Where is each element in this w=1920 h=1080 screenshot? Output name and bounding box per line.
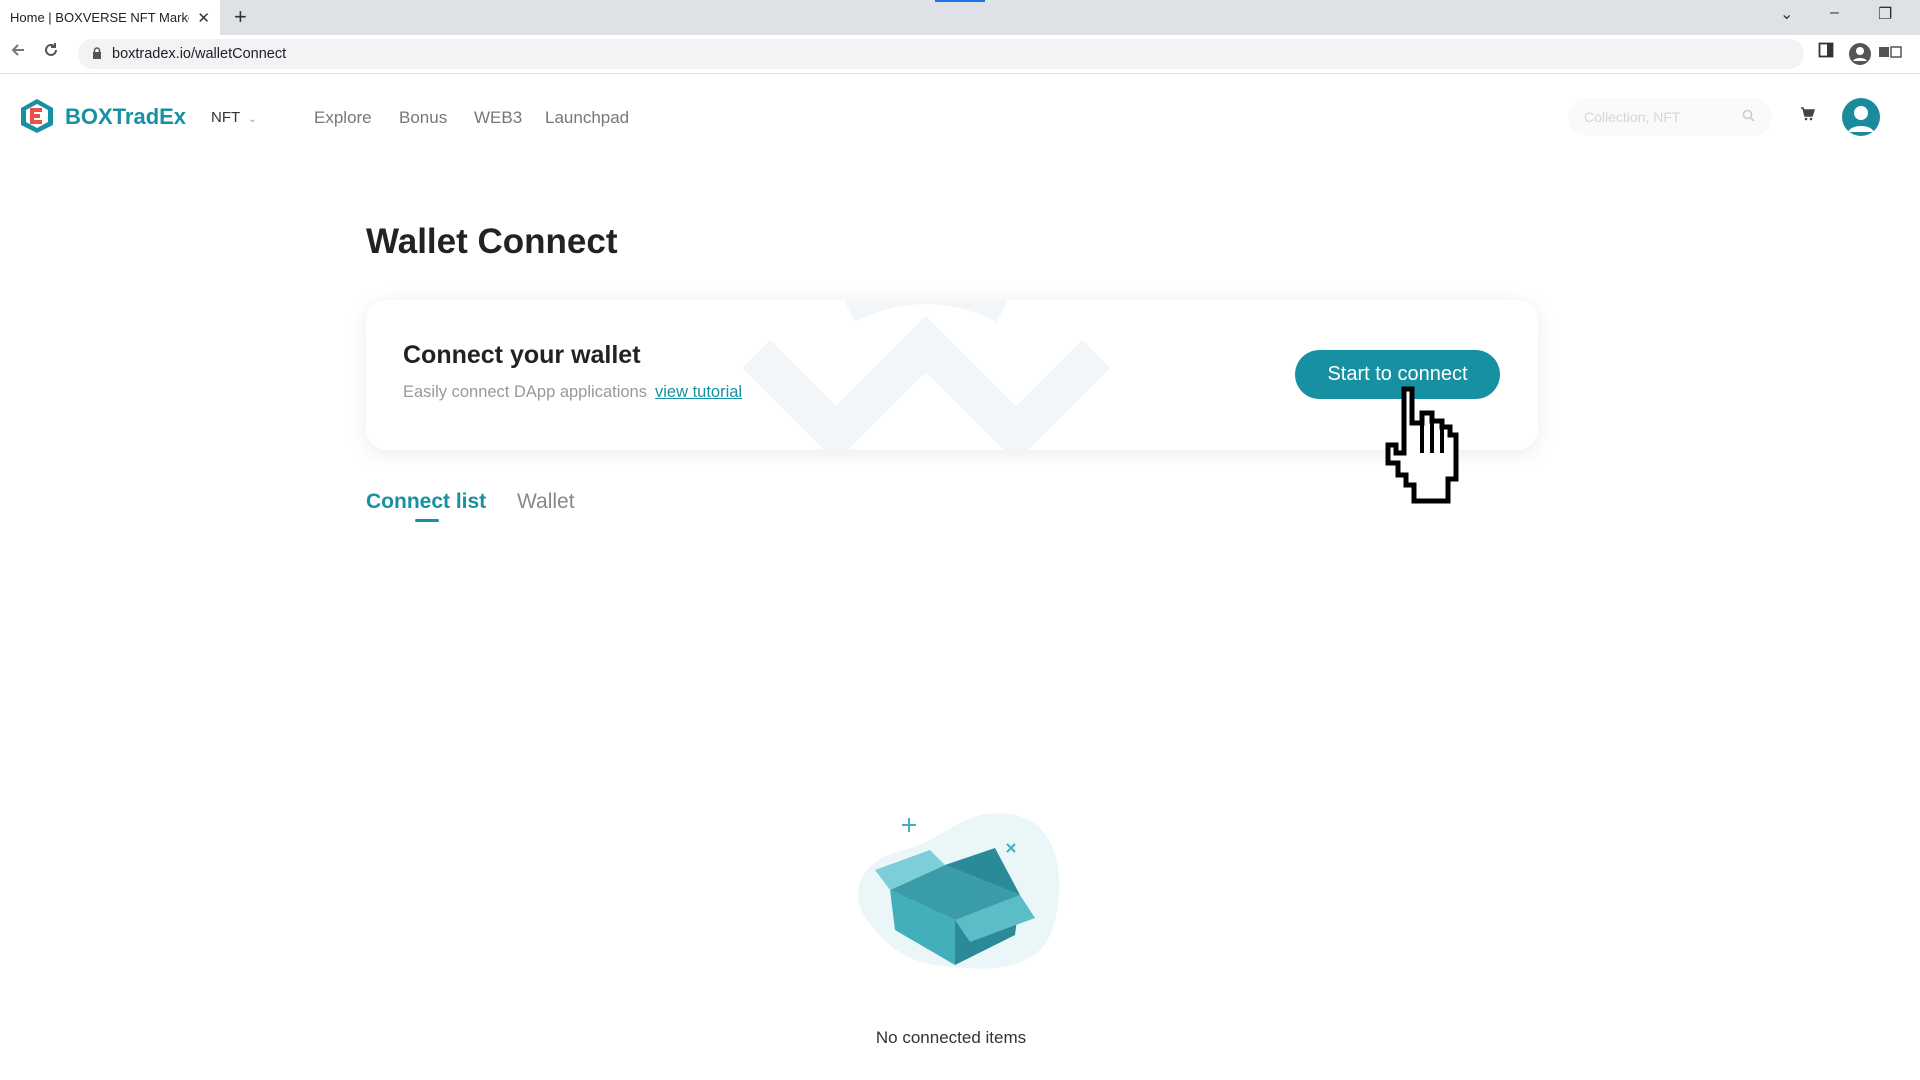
card-heading: Connect your wallet [403,341,641,369]
search-icon[interactable] [1742,109,1755,125]
brand-logo-icon[interactable] [20,98,54,134]
site-header: BOXTradEx NFT ⌄ Explore Bonus WEB3 Launch… [0,74,1920,160]
nav-web3[interactable]: WEB3 [474,108,522,128]
browser-toolbar: boxtradex.io/walletConnect [0,35,1920,74]
tab-search-icon[interactable]: ⌄ [1780,4,1793,24]
chevron-down-icon: ⌄ [248,114,257,125]
tab-wallet[interactable]: Wallet [517,490,575,514]
tab-close-icon[interactable]: ✕ [197,9,210,27]
card-subtitle-row: Easily connect DApp applications view tut… [403,383,742,402]
browser-tabstrip: Home | BOXVERSE NFT Market ✕ + ⌄ – ❐ [0,0,1920,35]
card-subtitle: Easily connect DApp applications [403,383,647,401]
tab-connect-list[interactable]: Connect list [366,490,486,514]
view-tutorial-link[interactable]: view tutorial [655,383,742,401]
active-tab-underline [415,519,439,522]
restore-icon[interactable]: ❐ [1878,4,1892,24]
nav-explore[interactable]: Explore [314,108,372,128]
sidebar-icon[interactable] [1818,42,1834,63]
profile-icon[interactable] [1848,42,1872,71]
url-text: boxtradex.io/walletConnect [112,46,287,62]
browser-tab[interactable]: Home | BOXVERSE NFT Market ✕ [0,0,220,35]
cart-icon[interactable] [1800,106,1816,125]
category-select[interactable]: NFT ⌄ [211,109,257,126]
open-box-icon [858,813,1060,969]
connect-wallet-card: Connect your wallet Easily connect DApp … [366,300,1538,450]
nav-bonus[interactable]: Bonus [399,108,447,128]
search-input[interactable] [1582,108,1736,126]
browser-tab-title: Home | BOXVERSE NFT Market [10,10,190,25]
tab-loading-indicator [935,0,985,2]
minimize-icon[interactable]: – [1830,4,1839,22]
walletconnect-watermark-icon [741,300,1111,450]
search-box [1568,98,1772,136]
address-bar[interactable]: boxtradex.io/walletConnect [78,39,1804,69]
brand-name[interactable]: BOXTradEx [65,104,186,130]
new-tab-icon[interactable]: + [234,4,247,30]
hand-cursor-icon [1385,386,1459,504]
translate-icon[interactable] [1878,44,1902,65]
category-select-value: NFT [211,109,241,126]
page-title: Wallet Connect [366,222,618,261]
nav-launchpad[interactable]: Launchpad [545,108,629,128]
empty-state-text: No connected items [875,1028,1027,1047]
lock-icon [92,46,102,62]
back-arrow-icon[interactable] [10,41,28,65]
user-avatar-icon[interactable] [1842,98,1880,136]
reload-icon[interactable] [42,41,60,65]
